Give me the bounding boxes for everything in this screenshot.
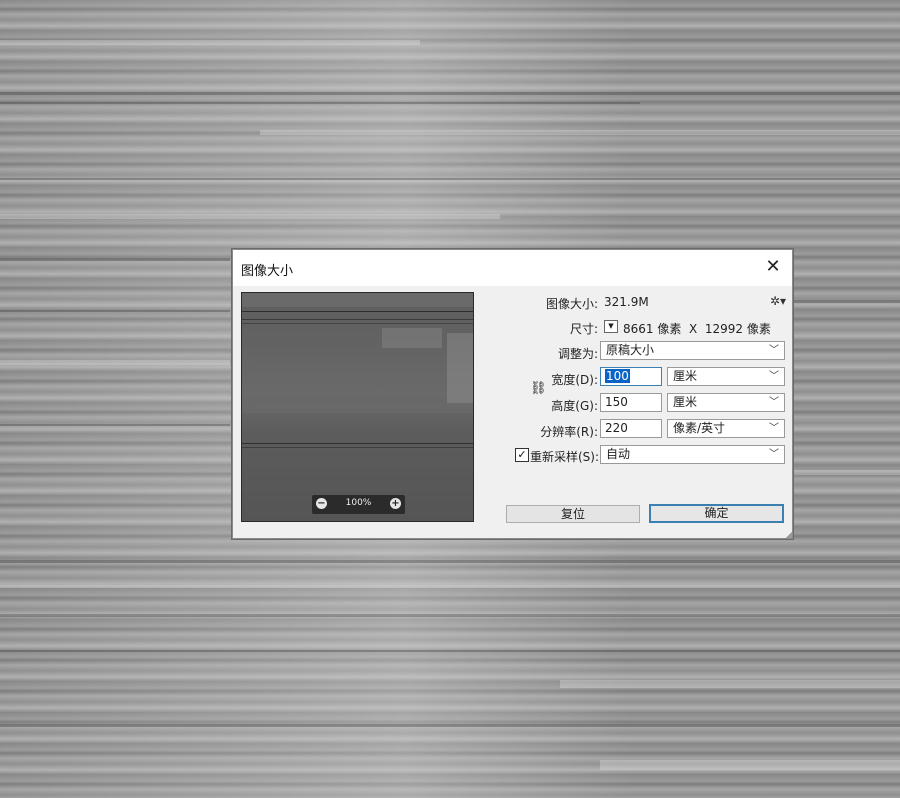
- reset-button[interactable]: 复位: [506, 505, 640, 523]
- chevron-down-icon: ﹀: [769, 345, 779, 356]
- resample-label: 重新采样(S):: [530, 450, 600, 464]
- width-value: 100: [605, 369, 630, 383]
- dimensions-value: 8661 像素 X 12992 像素: [623, 322, 771, 336]
- resolution-input[interactable]: 220: [600, 419, 662, 438]
- image-size-dialog: 图像大小 ✕ − 100% + 图像大小: 321.9M ✲▾ 尺寸: ▼ 86…: [232, 249, 793, 539]
- height-unit-value: 厘米: [673, 395, 698, 409]
- fit-to-select[interactable]: 原稿大小 ﹀: [600, 341, 785, 360]
- chevron-down-icon: ﹀: [769, 371, 779, 382]
- height-unit-select[interactable]: 厘米 ﹀: [667, 393, 785, 412]
- width-unit-select[interactable]: 厘米 ﹀: [667, 367, 785, 386]
- chevron-down-icon: ﹀: [769, 449, 779, 460]
- width-input[interactable]: 100: [600, 367, 662, 386]
- resolution-value: 220: [605, 421, 628, 435]
- image-size-label: 图像大小:: [545, 297, 598, 311]
- resample-select[interactable]: 自动 ﹀: [600, 445, 785, 464]
- fit-to-label: 调整为:: [557, 347, 598, 361]
- fit-to-value: 原稿大小: [606, 343, 655, 357]
- resample-checkbox[interactable]: ✓: [515, 448, 529, 462]
- zoom-control: − 100% +: [312, 495, 405, 514]
- height-label: 高度(G):: [551, 399, 598, 413]
- resolution-label: 分辨率(R):: [540, 425, 598, 439]
- chevron-down-icon: ﹀: [769, 397, 779, 408]
- height-value: 150: [605, 395, 628, 409]
- resolution-unit-select[interactable]: 像素/英寸 ﹀: [667, 419, 785, 438]
- height-input[interactable]: 150: [600, 393, 662, 412]
- resize-grip[interactable]: [786, 532, 792, 538]
- chevron-down-icon: ﹀: [769, 423, 779, 434]
- width-label: 宽度(D):: [551, 373, 598, 387]
- dialog-titlebar[interactable]: 图像大小 ✕: [233, 250, 792, 286]
- dimensions-unit-dropdown-icon[interactable]: ▼: [604, 320, 618, 333]
- gear-icon[interactable]: ✲▾: [770, 294, 786, 308]
- resolution-unit-value: 像素/英寸: [673, 421, 726, 435]
- ok-button[interactable]: 确定: [649, 504, 784, 523]
- width-unit-value: 厘米: [673, 369, 698, 383]
- close-icon[interactable]: ✕: [764, 258, 782, 276]
- dialog-title: 图像大小: [241, 264, 294, 279]
- resample-value: 自动: [606, 447, 631, 461]
- image-preview[interactable]: − 100% +: [241, 292, 474, 522]
- dimensions-label: 尺寸:: [569, 322, 598, 336]
- zoom-in-icon[interactable]: +: [390, 498, 401, 509]
- image-size-value: 321.9M: [604, 295, 649, 309]
